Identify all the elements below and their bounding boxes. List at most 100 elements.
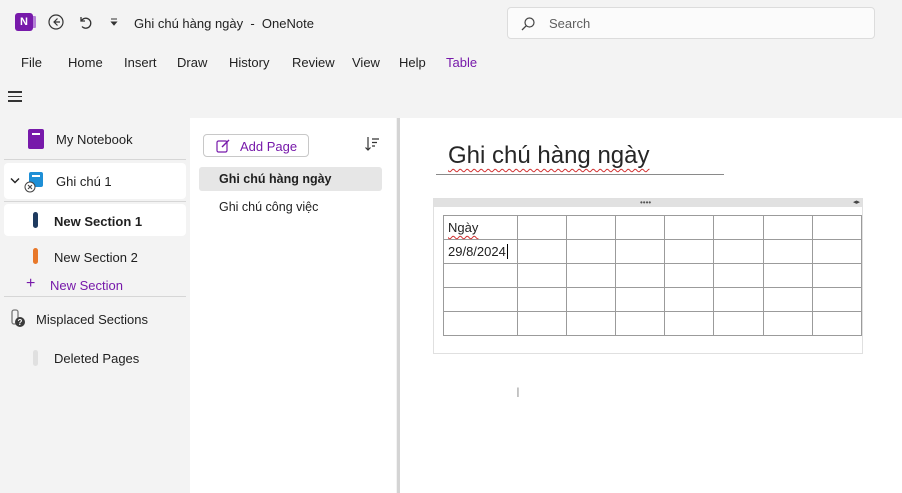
table-cell[interactable] (565, 311, 617, 336)
add-page-button[interactable]: Add Page (203, 134, 309, 157)
table-cell[interactable] (811, 311, 863, 336)
misplaced-sections-icon: ? (11, 309, 25, 327)
table-cell[interactable] (762, 215, 813, 240)
table-cell[interactable] (516, 239, 567, 264)
tab-draw[interactable]: Draw (177, 55, 207, 70)
table-cell[interactable] (615, 311, 666, 336)
quick-access-dropdown-icon[interactable] (104, 12, 124, 32)
table-cell[interactable] (664, 263, 715, 288)
table-cell[interactable] (713, 215, 764, 240)
pages-pane: Add Page Ghi chú hàng ngày Ghi chú công … (190, 118, 396, 493)
container-drag-bar[interactable]: •••• ◂▸ (434, 199, 862, 207)
table-row (443, 311, 863, 336)
title-bar: N Ghi chú hàng ngày - OneNote Search (0, 0, 902, 46)
tab-help[interactable]: Help (399, 55, 426, 70)
section-group-ghi-chu-1[interactable]: Ghi chú 1 (4, 163, 186, 199)
resize-arrows-icon[interactable]: ◂▸ (853, 199, 860, 207)
misplaced-sections[interactable]: ? Misplaced Sections (4, 301, 186, 337)
deleted-pages-label: Deleted Pages (54, 351, 140, 366)
page-item-ghi-chu-hang-ngay[interactable]: Ghi chú hàng ngày (199, 167, 382, 191)
search-icon (521, 17, 535, 31)
table-cell[interactable] (762, 311, 813, 336)
table-cell[interactable] (811, 263, 863, 288)
table-cell[interactable] (516, 215, 567, 240)
section-label: New Section 2 (54, 250, 138, 265)
table-cell[interactable] (762, 287, 813, 312)
table-cell[interactable] (565, 263, 617, 288)
table-cell[interactable]: Ngày (443, 215, 518, 240)
page-item-label: Ghi chú hàng ngày (219, 172, 332, 186)
tab-review[interactable]: Review (292, 55, 335, 70)
table-cell[interactable] (762, 239, 813, 264)
table-cell[interactable] (664, 215, 715, 240)
table-cell[interactable] (811, 215, 863, 240)
table-cell[interactable] (516, 311, 567, 336)
table-cell[interactable] (443, 263, 518, 288)
notebook-selector[interactable]: My Notebook (4, 121, 186, 157)
section-group-label: Ghi chú 1 (56, 174, 112, 189)
divider (4, 201, 186, 202)
table-cell[interactable] (762, 263, 813, 288)
cell-text: Ngày (448, 220, 479, 235)
tab-view[interactable]: View (352, 55, 380, 70)
table-cell[interactable] (615, 263, 666, 288)
divider (4, 296, 186, 297)
chevron-down-icon[interactable] (10, 177, 20, 185)
tab-table[interactable]: Table (446, 55, 477, 70)
table-cell[interactable] (615, 287, 666, 312)
add-page-icon (216, 139, 230, 153)
table-cell[interactable] (713, 263, 764, 288)
table-cell[interactable] (443, 287, 518, 312)
section-group-icon (24, 172, 43, 193)
onenote-logo-icon: N (15, 13, 36, 31)
table-cell[interactable] (713, 311, 764, 336)
tab-history[interactable]: History (229, 55, 269, 70)
section-new-section-2[interactable]: New Section 2 (4, 240, 186, 272)
section-label: New Section 1 (54, 214, 143, 229)
section-new-section-1[interactable]: New Section 1 (4, 204, 186, 236)
tab-insert[interactable]: Insert (124, 55, 157, 70)
notebook-name: My Notebook (56, 132, 133, 147)
sort-icon[interactable] (364, 136, 380, 152)
table-cell[interactable] (713, 239, 764, 264)
table-cell[interactable] (664, 287, 715, 312)
note-container[interactable]: •••• ◂▸ Ngày 29/8/2024 (433, 198, 863, 354)
notebook-icon (28, 129, 44, 149)
table-cell[interactable]: 29/8/2024 (443, 239, 518, 264)
undo-icon[interactable] (75, 12, 95, 32)
drag-handle-icon[interactable]: •••• (640, 199, 651, 207)
table-cell[interactable] (811, 239, 863, 264)
table-cell[interactable] (565, 287, 617, 312)
back-icon[interactable] (46, 12, 66, 32)
table-cell[interactable] (443, 311, 518, 336)
table-cell[interactable] (516, 287, 567, 312)
tab-file[interactable]: File (21, 55, 42, 70)
add-page-label: Add Page (240, 139, 298, 154)
plus-icon: + (26, 275, 36, 292)
table-cell[interactable] (811, 287, 863, 312)
table-cell[interactable] (516, 263, 567, 288)
table-cell[interactable] (615, 239, 666, 264)
ribbon-tabs: File Home Insert Draw History Review Vie… (0, 46, 902, 80)
table-cell[interactable] (713, 287, 764, 312)
note-table[interactable]: Ngày 29/8/2024 (443, 215, 863, 336)
window-title: Ghi chú hàng ngày - OneNote (134, 16, 314, 31)
section-color-tab (33, 248, 38, 264)
table-cell[interactable] (664, 311, 715, 336)
deleted-pages[interactable]: Deleted Pages (4, 340, 186, 376)
table-cell[interactable] (615, 215, 666, 240)
table-row (443, 263, 863, 288)
table-row: 29/8/2024 (443, 239, 863, 264)
table-cell[interactable] (565, 215, 617, 240)
text-cursor (506, 244, 508, 259)
new-section-button[interactable]: + New Section (4, 274, 186, 298)
search-box[interactable]: Search (507, 7, 875, 39)
page-canvas[interactable]: Ghi chú hàng ngày •••• ◂▸ Ngày 29/8/2024 (400, 118, 902, 493)
deleted-pages-icon (33, 350, 38, 366)
tab-home[interactable]: Home (68, 55, 103, 70)
table-cell[interactable] (664, 239, 715, 264)
page-title[interactable]: Ghi chú hàng ngày (448, 142, 649, 170)
hamburger-menu-icon[interactable] (8, 91, 22, 103)
page-item-ghi-chu-cong-viec[interactable]: Ghi chú công việc (199, 195, 382, 219)
table-cell[interactable] (565, 239, 617, 264)
